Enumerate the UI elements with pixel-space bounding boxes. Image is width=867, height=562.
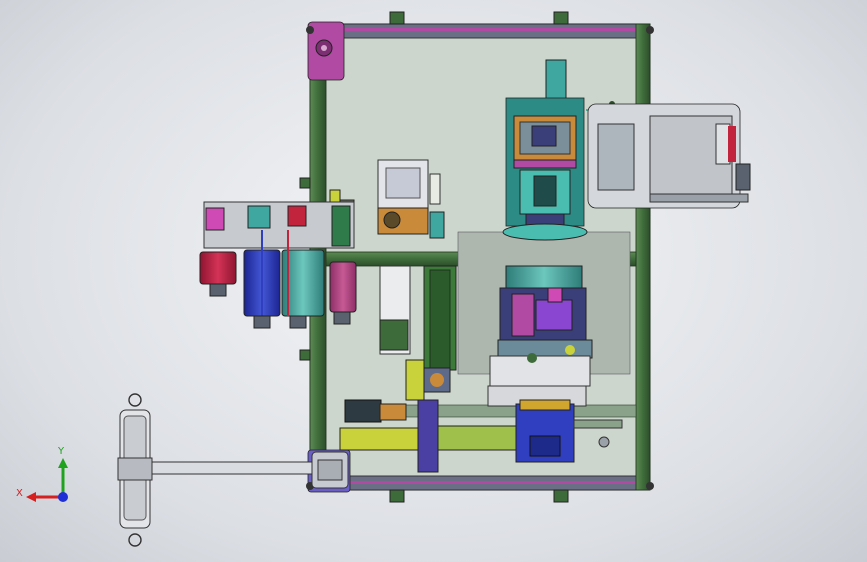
red-cylinder <box>199 251 237 285</box>
pink-cylinder <box>329 261 357 313</box>
z-axis-dot <box>58 492 68 502</box>
y-axis-label: Y <box>57 446 65 457</box>
y-arrow-head <box>58 458 68 468</box>
coordinate-triad: X Y <box>16 446 68 502</box>
right-tray[interactable] <box>587 103 751 209</box>
left-cylinder-manifold[interactable] <box>199 201 357 329</box>
cad-viewport[interactable]: X Y <box>0 0 867 562</box>
x-axis-label: X <box>16 488 23 499</box>
x-arrow-head <box>26 492 36 502</box>
right-rail <box>635 23 651 491</box>
